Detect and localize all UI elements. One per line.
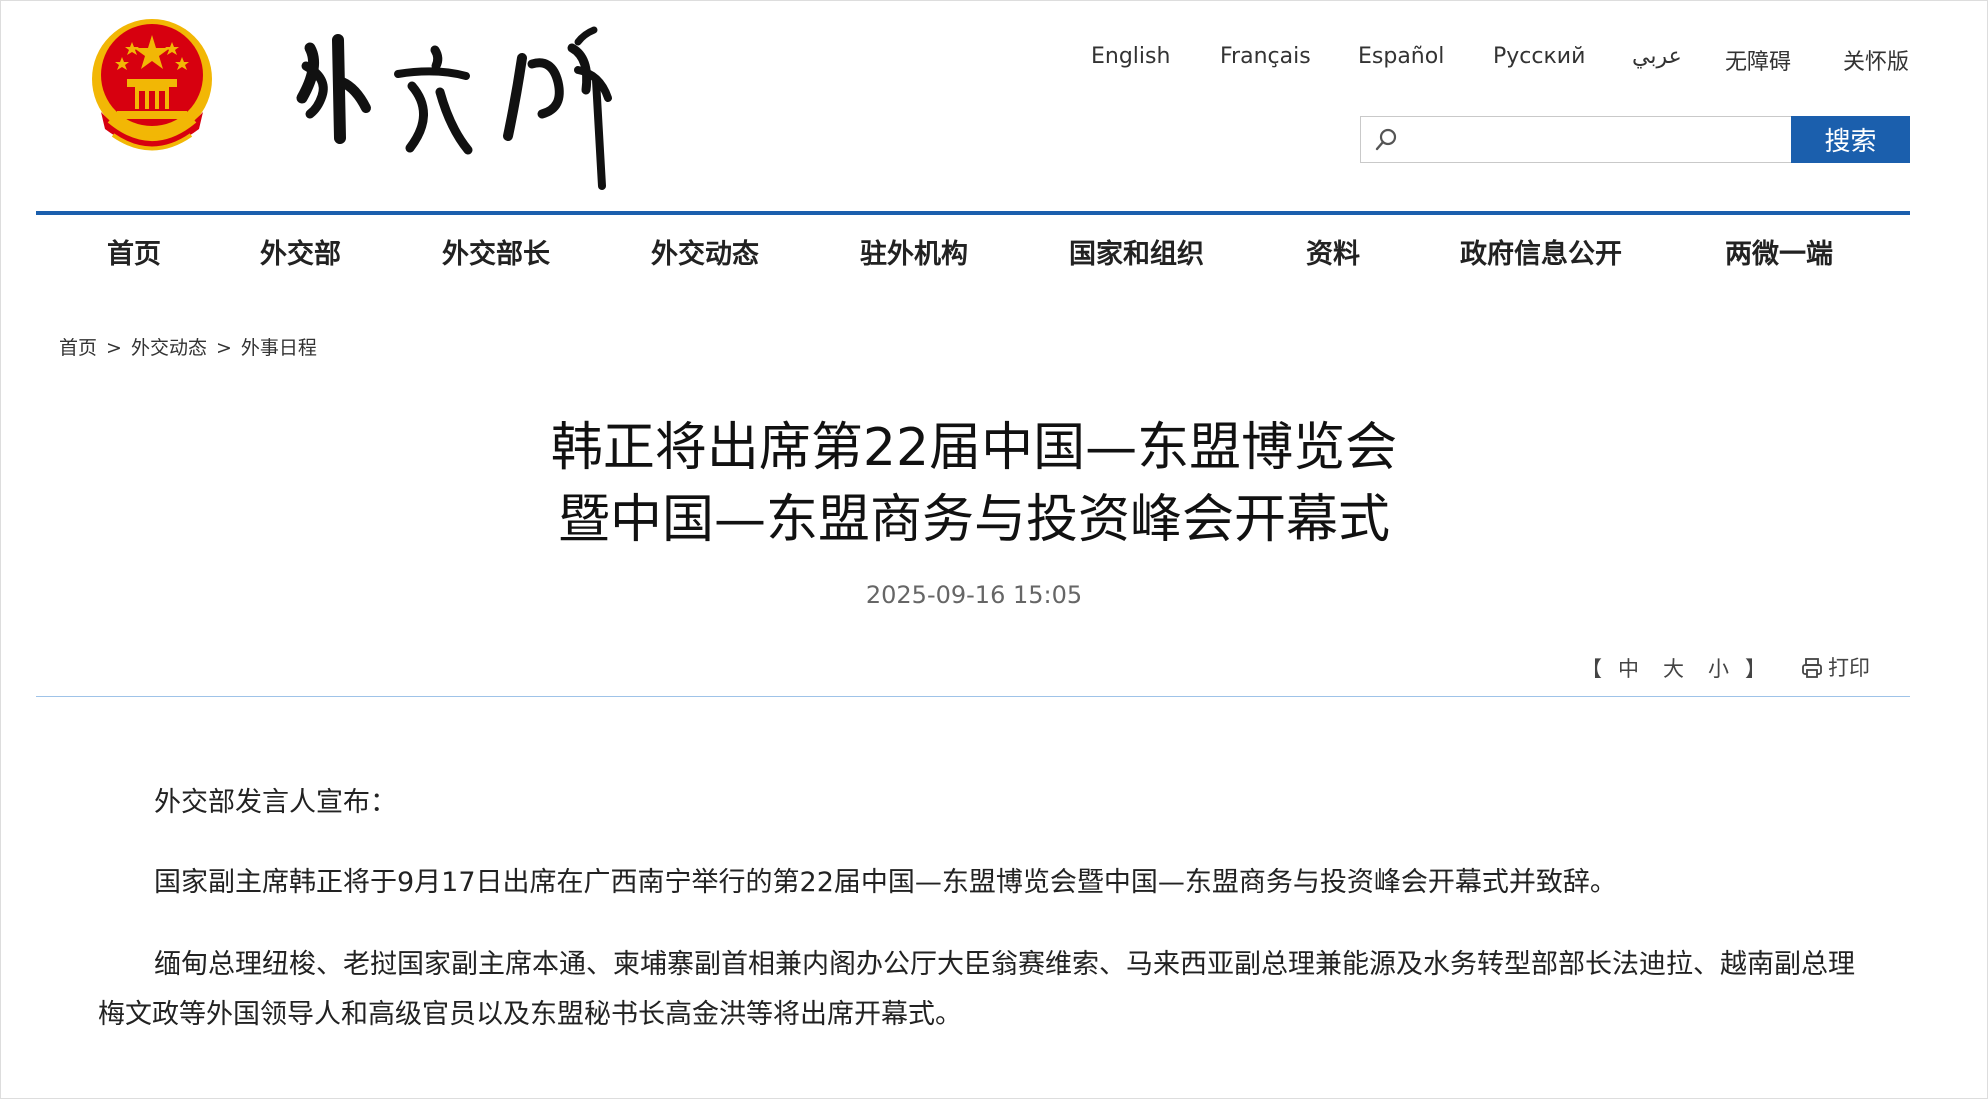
content-divider <box>36 696 1910 697</box>
ministry-calligraphy-logo[interactable] <box>290 18 650 196</box>
main-nav: 首页 外交部 外交部长 外交动态 驻外机构 国家和组织 资料 政府信息公开 两微… <box>36 232 1910 280</box>
font-size-close-bracket: 】 <box>1745 657 1766 681</box>
breadcrumb: 首页 > 外交动态 > 外事日程 <box>59 333 317 360</box>
printer-icon <box>1802 658 1822 678</box>
article-paragraph: 外交部发言人宣布： <box>154 787 397 818</box>
font-size-medium-button[interactable]: 中 <box>1618 657 1639 681</box>
breadcrumb-item-foreign-affairs-schedule[interactable]: 外事日程 <box>241 337 317 359</box>
breadcrumb-item-home[interactable]: 首页 <box>59 337 97 359</box>
font-size-open-bracket: 【 <box>1581 657 1602 681</box>
breadcrumb-item-diplomatic-news[interactable]: 外交动态 <box>131 337 207 359</box>
print-button[interactable]: 打印 <box>1800 652 1870 682</box>
print-label: 打印 <box>1828 656 1870 680</box>
language-link-english[interactable]: English <box>1091 44 1170 69</box>
font-size-large-button[interactable]: 大 <box>1663 657 1684 681</box>
nav-item-government-info[interactable]: 政府信息公开 <box>1460 232 1622 271</box>
nav-item-resources[interactable]: 资料 <box>1306 232 1360 271</box>
national-emblem-icon[interactable] <box>87 17 217 155</box>
nav-top-border <box>36 211 1910 215</box>
font-size-tools: 【中大小】 <box>1577 653 1770 683</box>
nav-item-social-media[interactable]: 两微一端 <box>1725 232 1833 271</box>
search-button[interactable]: 搜索 <box>1791 116 1910 163</box>
language-link-arabic[interactable]: عربي <box>1632 44 1682 69</box>
nav-item-ministry[interactable]: 外交部 <box>260 232 341 271</box>
accessibility-link[interactable]: 无障碍 <box>1725 44 1791 76</box>
nav-item-minister[interactable]: 外交部长 <box>442 232 550 271</box>
nav-item-diplomatic-news[interactable]: 外交动态 <box>651 232 759 271</box>
font-size-small-button[interactable]: 小 <box>1708 657 1729 681</box>
nav-item-countries-organizations[interactable]: 国家和组织 <box>1069 232 1204 271</box>
language-link-french[interactable]: Français <box>1220 44 1311 69</box>
article-paragraph: 缅甸总理纽梭、老挝国家副主席本通、柬埔寨副首相兼内阁办公厅大臣翁赛维索、马来西亚… <box>98 949 1855 1030</box>
nav-item-home[interactable]: 首页 <box>107 232 161 271</box>
care-version-link[interactable]: 关怀版 <box>1843 44 1909 76</box>
article-paragraph: 国家副主席韩正将于9月17日出席在广西南宁举行的第22届中国—东盟博览会暨中国—… <box>154 867 1617 898</box>
language-bar: English Français Español Русский عربي 无障… <box>1080 44 1910 76</box>
language-link-spanish[interactable]: Español <box>1358 44 1444 69</box>
article-title-line-2: 暨中国—东盟商务与投资峰会开幕式 <box>557 490 1390 550</box>
article-title-line-1: 韩正将出席第22届中国—东盟博览会 <box>550 418 1398 478</box>
search-input[interactable] <box>1402 118 1792 163</box>
search-icon <box>1375 128 1397 151</box>
language-link-russian[interactable]: Русский <box>1493 44 1585 69</box>
article-date: 2025-09-16 15:05 <box>865 581 1083 609</box>
nav-item-missions-abroad[interactable]: 驻外机构 <box>860 232 968 271</box>
breadcrumb-separator: > <box>106 337 122 359</box>
breadcrumb-separator: > <box>215 337 232 359</box>
